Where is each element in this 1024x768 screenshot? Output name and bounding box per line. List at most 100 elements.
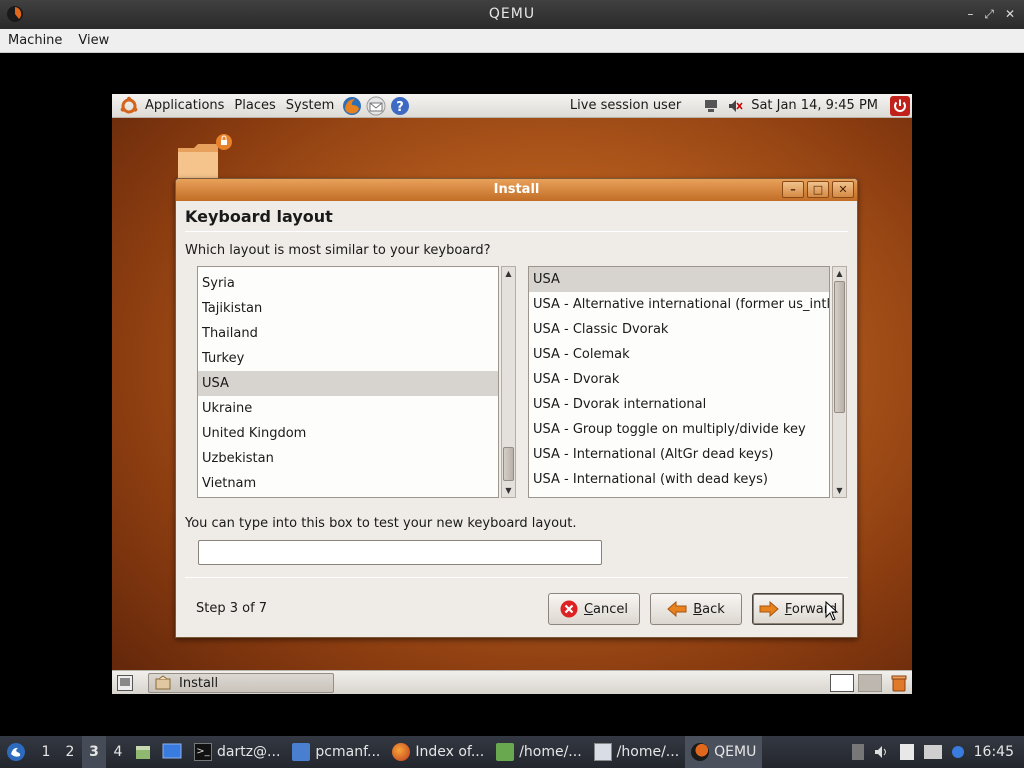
variant-item[interactable]: USA - Alternative international (former … bbox=[529, 292, 829, 317]
country-item-selected[interactable]: USA bbox=[198, 371, 498, 396]
start-menu-icon[interactable] bbox=[6, 742, 26, 762]
cancel-button[interactable]: Cancel bbox=[548, 593, 640, 625]
host-task-editor[interactable]: /home/... bbox=[588, 736, 685, 768]
scroll-thumb[interactable] bbox=[503, 447, 514, 481]
variant-item[interactable]: USA - Colemak bbox=[529, 342, 829, 367]
dialog-maximize-icon[interactable]: □ bbox=[807, 181, 829, 198]
host-task-terminal[interactable]: >_ dartz@... bbox=[188, 736, 286, 768]
variant-item[interactable]: USA - International (AltGr dead keys) bbox=[529, 442, 829, 467]
menu-places[interactable]: Places bbox=[234, 98, 275, 113]
file-manager-launcher-icon[interactable] bbox=[134, 743, 152, 761]
workspace-2[interactable] bbox=[858, 674, 882, 692]
scroll-thumb[interactable] bbox=[834, 281, 845, 413]
variant-item-selected[interactable]: USA bbox=[529, 267, 829, 292]
guest-clock[interactable]: Sat Jan 14, 9:45 PM bbox=[751, 98, 878, 113]
host-task-label: /home/... bbox=[616, 744, 680, 760]
menu-view[interactable]: View bbox=[70, 33, 117, 48]
back-button[interactable]: Back bbox=[650, 593, 742, 625]
leafpad-icon bbox=[496, 743, 515, 761]
clipboard-icon[interactable] bbox=[899, 744, 914, 760]
network-icon[interactable] bbox=[703, 98, 719, 114]
trash-icon[interactable] bbox=[890, 674, 908, 692]
mail-icon[interactable] bbox=[366, 96, 386, 116]
variant-scrollbar[interactable]: ▲ ▼ bbox=[832, 266, 847, 498]
variant-item[interactable]: USA - Dvorak international bbox=[529, 392, 829, 417]
menu-system[interactable]: System bbox=[286, 98, 334, 113]
country-item[interactable]: Uzbekistan bbox=[198, 446, 498, 471]
footer-divider bbox=[185, 577, 848, 578]
host-task-pcmanfm[interactable]: pcmanf... bbox=[286, 736, 386, 768]
country-item[interactable]: Syria bbox=[198, 271, 498, 296]
forward-arrow-icon bbox=[759, 601, 779, 617]
volume-icon[interactable] bbox=[874, 744, 890, 760]
host-task-label: dartz@... bbox=[217, 744, 281, 760]
country-item[interactable]: Thailand bbox=[198, 321, 498, 346]
layout-question: Which layout is most similar to your key… bbox=[185, 243, 491, 258]
host-clock[interactable]: 16:45 bbox=[974, 744, 1014, 760]
back-label: Back bbox=[693, 601, 725, 617]
firefox-icon bbox=[392, 743, 411, 761]
workspace-switch-4[interactable]: 4 bbox=[106, 744, 130, 760]
country-scrollbar[interactable]: ▲ ▼ bbox=[501, 266, 516, 498]
host-task-qemu[interactable]: QEMU bbox=[685, 736, 763, 768]
keyboard-test-input[interactable] bbox=[198, 540, 602, 565]
ubuntu-logo-icon[interactable] bbox=[119, 96, 139, 116]
back-arrow-icon bbox=[667, 601, 687, 617]
show-desktop-icon[interactable] bbox=[117, 675, 133, 691]
country-item[interactable]: Turkey bbox=[198, 346, 498, 371]
host-task-label: Index of... bbox=[415, 744, 485, 760]
host-taskbar: 1 2 3 4 >_ dartz@... pcmanf... Index of.… bbox=[0, 736, 1024, 768]
host-task-firefox[interactable]: Index of... bbox=[386, 736, 490, 768]
scroll-up-icon[interactable]: ▲ bbox=[833, 267, 846, 280]
heading-divider bbox=[185, 231, 848, 232]
workspace-switch-2[interactable]: 2 bbox=[58, 744, 82, 760]
country-list[interactable]: Syria Tajikistan Thailand Turkey USA Ukr… bbox=[197, 266, 499, 498]
variant-item[interactable]: USA - Classic Dvorak bbox=[529, 317, 829, 342]
scroll-up-icon[interactable]: ▲ bbox=[502, 267, 515, 280]
tray-expand-icon[interactable] bbox=[851, 744, 864, 760]
dialog-title: Install bbox=[493, 182, 540, 197]
session-user: Live session user bbox=[569, 98, 682, 113]
taskbar-install-label: Install bbox=[179, 675, 219, 691]
country-item[interactable]: Vietnam bbox=[198, 471, 498, 496]
country-item[interactable]: United Kingdom bbox=[198, 421, 498, 446]
taskbar-install-button[interactable]: Install bbox=[148, 673, 334, 693]
workspace-1[interactable] bbox=[830, 674, 854, 692]
qemu-title: QEMU bbox=[488, 6, 536, 22]
qemu-menubar: Machine View bbox=[0, 29, 1024, 53]
network-icon[interactable] bbox=[923, 745, 942, 759]
maximize-icon[interactable]: ⤢ bbox=[984, 0, 995, 29]
dialog-minimize-icon[interactable]: – bbox=[782, 181, 804, 198]
host-task-leafpad[interactable]: /home/... bbox=[490, 736, 587, 768]
variant-item[interactable]: USA - Group toggle on multiply/divide ke… bbox=[529, 417, 829, 442]
qemu-icon bbox=[691, 743, 710, 761]
show-desktop-launcher-icon[interactable] bbox=[162, 743, 182, 761]
scroll-down-icon[interactable]: ▼ bbox=[502, 484, 515, 497]
page-title: Keyboard layout bbox=[185, 207, 333, 226]
variant-list[interactable]: USA USA - Alternative international (for… bbox=[528, 266, 830, 498]
close-icon[interactable]: ✕ bbox=[1005, 0, 1016, 29]
workspace-switch-3[interactable]: 3 bbox=[82, 736, 106, 768]
installer-icon bbox=[155, 675, 171, 690]
shutdown-icon[interactable] bbox=[890, 95, 910, 116]
install-dialog: Install – □ ✕ Keyboard layout Which layo… bbox=[175, 178, 858, 638]
variant-item[interactable]: USA - Dvorak bbox=[529, 367, 829, 392]
variant-item[interactable]: USA - International (with dead keys) bbox=[529, 467, 829, 492]
help-icon[interactable]: ? bbox=[390, 96, 410, 116]
update-icon[interactable] bbox=[951, 746, 964, 758]
text-editor-icon bbox=[593, 743, 612, 761]
folder-icon bbox=[292, 743, 311, 761]
dialog-close-icon[interactable]: ✕ bbox=[832, 181, 854, 198]
firefox-icon[interactable] bbox=[342, 96, 362, 116]
country-item[interactable]: Tajikistan bbox=[198, 296, 498, 321]
cancel-label: Cancel bbox=[583, 601, 629, 617]
desktop-folder-icon[interactable] bbox=[178, 134, 232, 180]
minimize-icon[interactable]: – bbox=[967, 0, 974, 29]
volume-muted-icon[interactable] bbox=[727, 98, 743, 114]
workspace-switch-1[interactable]: 1 bbox=[34, 744, 58, 760]
menu-machine[interactable]: Machine bbox=[0, 33, 70, 48]
scroll-down-icon[interactable]: ▼ bbox=[833, 484, 846, 497]
dialog-titlebar[interactable]: Install – □ ✕ bbox=[176, 179, 857, 201]
menu-applications[interactable]: Applications bbox=[145, 98, 224, 113]
country-item[interactable]: Ukraine bbox=[198, 396, 498, 421]
